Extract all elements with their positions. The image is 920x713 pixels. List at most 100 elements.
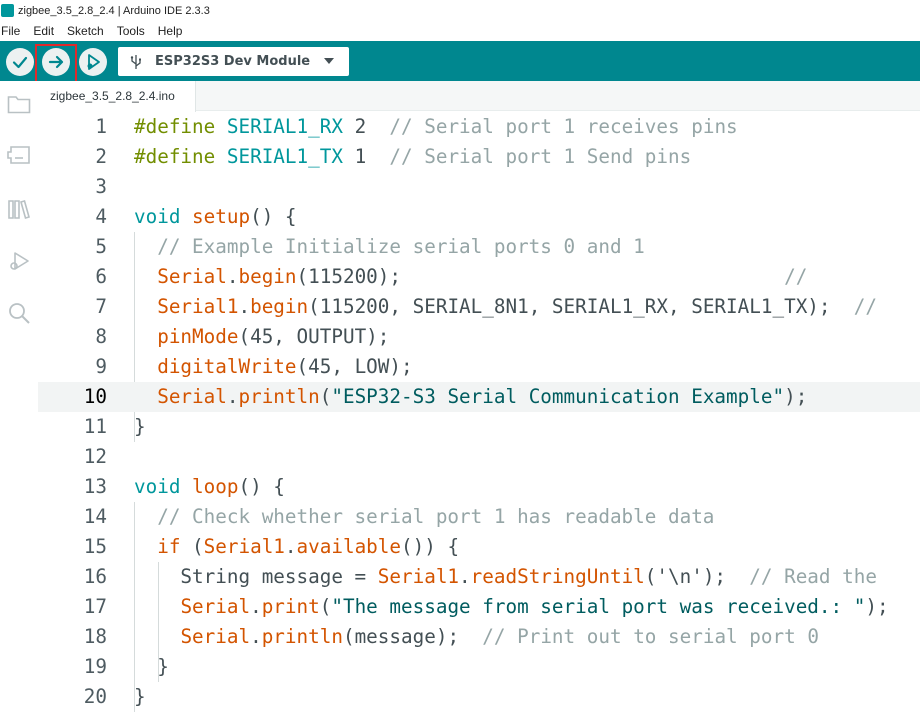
debug-sidebar-button[interactable] bbox=[5, 247, 33, 275]
sketchbook-button[interactable] bbox=[5, 90, 33, 118]
code-token: begin bbox=[238, 265, 297, 288]
code-token: ()) { bbox=[401, 535, 460, 558]
line-number: 15 bbox=[83, 535, 107, 558]
line-number: 13 bbox=[83, 475, 107, 498]
code-token: "The message from serial port was receiv… bbox=[331, 595, 866, 618]
line-number: 4 bbox=[95, 205, 107, 228]
code-token: } bbox=[134, 655, 169, 678]
code-token: begin bbox=[250, 295, 309, 318]
code-token: void bbox=[134, 475, 193, 498]
code-line[interactable]: 15 if (Serial1.available()) { bbox=[38, 532, 920, 562]
library-manager-button[interactable] bbox=[5, 195, 33, 223]
code-line[interactable]: 4 void setup() { bbox=[38, 202, 920, 232]
code-token: (45, LOW); bbox=[296, 355, 413, 378]
menu-tools[interactable]: Tools bbox=[117, 24, 145, 38]
line-number: 1 bbox=[95, 115, 107, 138]
code-line[interactable]: 16 String message = Serial1.readStringUn… bbox=[38, 562, 920, 592]
code-text: #define SERIAL1_TX 1 // Serial port 1 Se… bbox=[134, 142, 691, 172]
code-line[interactable]: 7 Serial1.begin(115200, SERIAL_8N1, SERI… bbox=[38, 292, 920, 322]
code-token: . bbox=[226, 385, 239, 408]
verify-button[interactable] bbox=[6, 48, 34, 76]
code-token: println bbox=[261, 625, 343, 648]
code-token: ( bbox=[180, 535, 204, 558]
code-token: } bbox=[134, 415, 146, 438]
tab-label: zigbee_3.5_2.8_2.4.ino bbox=[50, 89, 175, 103]
code-line[interactable]: 8 pinMode(45, OUTPUT); bbox=[38, 322, 920, 352]
code-token: print bbox=[261, 595, 320, 618]
code-editor[interactable]: 1 #define SERIAL1_RX 2 // Serial port 1 r… bbox=[38, 112, 920, 713]
menu-help[interactable]: Help bbox=[158, 24, 183, 38]
line-number: 8 bbox=[95, 325, 107, 348]
code-token: (115200, SERIAL_8N1, SERIAL1_RX, SERIAL1… bbox=[308, 295, 854, 318]
left-activity-bar bbox=[0, 81, 38, 713]
code-token: ( bbox=[319, 595, 332, 618]
line-number: 16 bbox=[83, 565, 107, 588]
code-token: #define bbox=[134, 145, 227, 168]
code-token: println bbox=[238, 385, 320, 408]
search-icon bbox=[9, 303, 30, 324]
code-line[interactable]: 6 Serial.begin(115200); // bbox=[38, 262, 920, 292]
code-line[interactable]: 2 #define SERIAL1_TX 1 // Serial port 1 S… bbox=[38, 142, 920, 172]
menu-file[interactable]: File bbox=[1, 24, 20, 38]
usb-icon bbox=[130, 55, 141, 69]
code-line[interactable]: 10 Serial.println("ESP32-S3 Serial Commu… bbox=[38, 382, 920, 412]
code-line[interactable]: 17 Serial.print("The message from serial… bbox=[38, 592, 920, 622]
code-token: ); bbox=[784, 385, 808, 408]
search-button[interactable] bbox=[5, 299, 33, 327]
code-text: Serial.println("ESP32-S3 Serial Communic… bbox=[134, 382, 807, 412]
editor-tab-bar: zigbee_3.5_2.8_2.4.ino bbox=[38, 81, 920, 112]
menu-edit[interactable]: Edit bbox=[33, 24, 54, 38]
code-token: . bbox=[238, 295, 251, 318]
code-token: // Print out to serial port 0 bbox=[482, 625, 819, 648]
board-selector[interactable]: ESP32S3 Dev Module bbox=[118, 47, 349, 76]
code-line[interactable]: 12 bbox=[38, 442, 920, 472]
code-line[interactable]: 11} bbox=[38, 412, 920, 442]
code-line[interactable]: 9 digitalWrite(45, LOW); bbox=[38, 352, 920, 382]
code-line[interactable]: 20} bbox=[38, 682, 920, 712]
code-token: void bbox=[134, 205, 193, 228]
line-number: 12 bbox=[83, 445, 107, 468]
code-token: . bbox=[250, 625, 262, 648]
tab-sketch-file[interactable]: zigbee_3.5_2.8_2.4.ino bbox=[38, 81, 196, 112]
code-text: Serial.println(message); // Print out to… bbox=[134, 622, 819, 652]
boards-manager-button[interactable] bbox=[5, 141, 33, 169]
code-token: 1 bbox=[342, 145, 390, 168]
code-token: SERIAL1_TX bbox=[226, 145, 343, 168]
code-token: digitalWrite bbox=[157, 355, 297, 378]
line-number: 17 bbox=[83, 595, 107, 618]
code-line[interactable]: 1 #define SERIAL1_RX 2 // Serial port 1 r… bbox=[38, 112, 920, 142]
code-line[interactable]: 19 } bbox=[38, 652, 920, 682]
code-token: String message = bbox=[134, 565, 378, 588]
code-text: void setup() { bbox=[134, 202, 297, 232]
code-line[interactable]: 5 // Example Initialize serial ports 0 a… bbox=[38, 232, 920, 262]
code-line[interactable]: 18 Serial.println(message); // Print out… bbox=[38, 622, 920, 652]
line-number: 7 bbox=[95, 295, 107, 318]
line-number: 20 bbox=[83, 685, 107, 708]
code-token: (message); bbox=[342, 625, 483, 648]
code-text: Serial1.begin(115200, SERIAL_8N1, SERIAL… bbox=[134, 292, 877, 322]
code-line[interactable]: 14 // Check whether serial port 1 has re… bbox=[38, 502, 920, 532]
code-token: (115200); bbox=[296, 265, 785, 288]
code-text: Serial.print("The message from serial po… bbox=[134, 592, 888, 622]
upload-button[interactable] bbox=[42, 48, 70, 76]
code-token: loop bbox=[192, 475, 239, 498]
code-token: . bbox=[459, 565, 471, 588]
debug-button[interactable] bbox=[79, 48, 107, 76]
code-text: #define SERIAL1_RX 2 // Serial port 1 re… bbox=[134, 112, 738, 142]
line-number: 10 bbox=[83, 385, 107, 408]
board-icon bbox=[7, 146, 30, 164]
code-text: String message = Serial1.readStringUntil… bbox=[134, 562, 877, 592]
code-line[interactable]: 3 bbox=[38, 172, 920, 202]
line-number: 5 bbox=[95, 235, 107, 258]
folder-icon bbox=[7, 96, 31, 114]
menu-sketch[interactable]: Sketch bbox=[67, 24, 104, 38]
code-text: if (Serial1.available()) { bbox=[134, 532, 459, 562]
code-line[interactable]: 13 void loop() { bbox=[38, 472, 920, 502]
code-token: Serial1 bbox=[157, 295, 239, 318]
